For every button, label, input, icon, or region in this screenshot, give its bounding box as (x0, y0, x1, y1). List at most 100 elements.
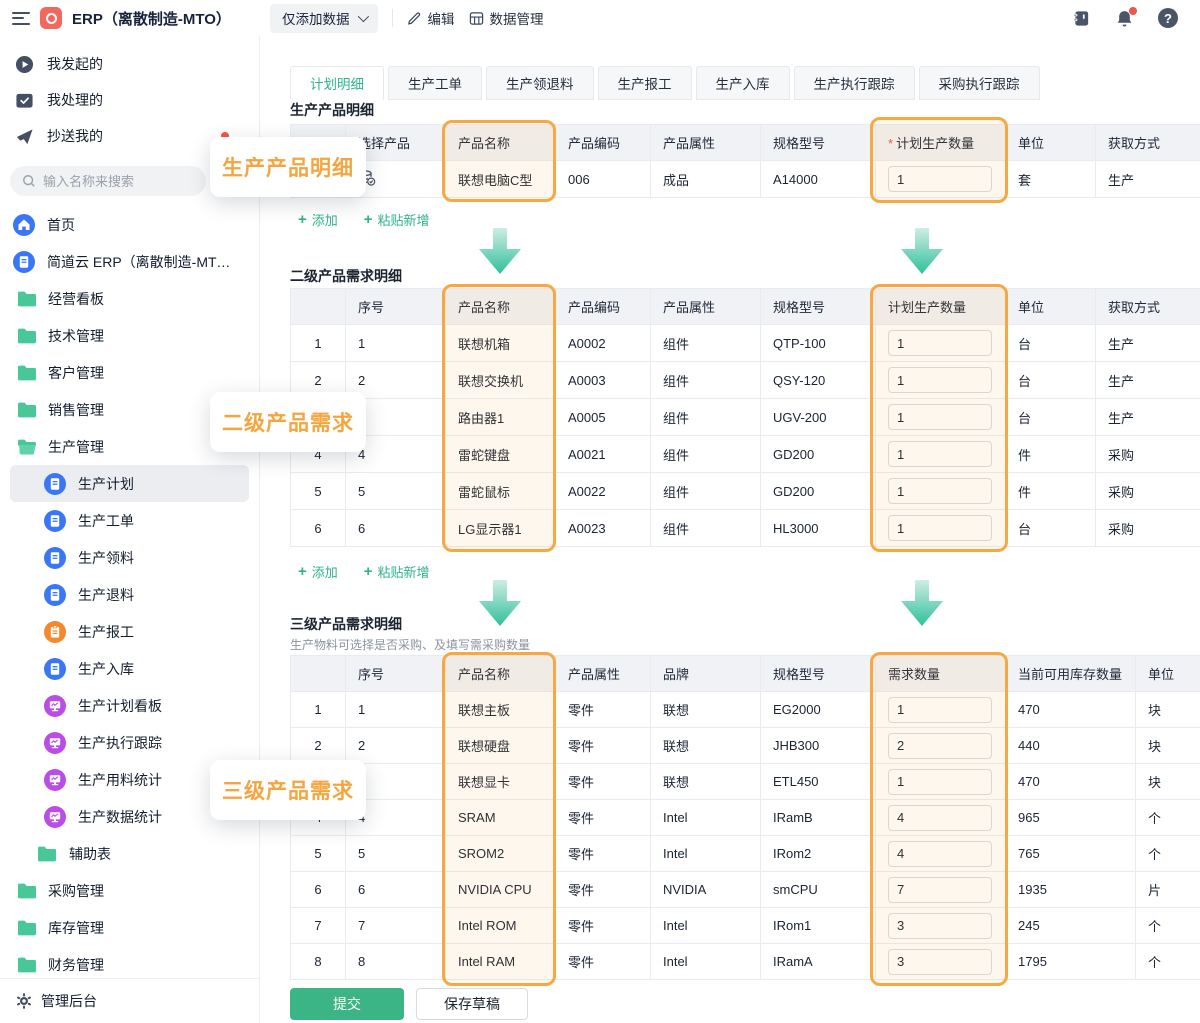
folder-icon (17, 328, 37, 344)
add-row-button[interactable]: +添加 (298, 562, 338, 581)
submit-button[interactable]: 提交 (290, 988, 404, 1020)
header-seq: 序号 (346, 656, 446, 692)
dashboard-monitor-icon (44, 732, 66, 754)
spec-cell: smCPU (761, 872, 876, 908)
sidebar-item-execution-tracking[interactable]: 生产执行跟踪 (0, 724, 259, 761)
product-code-cell: A0023 (556, 510, 651, 547)
contacts-book-icon[interactable] (1072, 9, 1091, 28)
tab-production-inbound[interactable]: 生产入库 (696, 66, 790, 100)
quantity-input[interactable] (888, 515, 992, 541)
quantity-input[interactable] (888, 769, 992, 795)
table-header-row: 序号 产品名称 产品编码 产品属性 规格型号 计划生产数量 单位 获取方式 (291, 289, 1200, 325)
quantity-input[interactable] (888, 404, 992, 430)
tab-production-pick-return[interactable]: 生产领退料 (486, 66, 594, 100)
spec-cell: HL3000 (761, 510, 876, 547)
seq-cell: 5 (346, 473, 446, 510)
sidebar-item-home[interactable]: 首页 (0, 206, 259, 243)
sidebar-item-label: 生产工单 (78, 511, 134, 531)
sidebar-folder-customer[interactable]: 客户管理 (0, 354, 259, 391)
tab-plan-detail[interactable]: 计划明细 (290, 66, 384, 100)
header-product-code: 产品编码 (556, 289, 651, 325)
sidebar-item-app[interactable]: 简道云 ERP（离散制造-MTO）... (0, 243, 259, 280)
quantity-input[interactable] (888, 949, 992, 975)
quantity-input[interactable] (888, 733, 992, 759)
save-draft-button[interactable]: 保存草稿 (416, 988, 528, 1020)
table-row: 3 3 联想显卡 零件 联想 ETL450 470 块 (291, 764, 1200, 800)
sidebar-item-plan-board[interactable]: 生产计划看板 (0, 687, 259, 724)
sidebar-folder-auxiliary-tables[interactable]: 辅助表 (0, 835, 259, 872)
notification-badge (1129, 7, 1137, 15)
product-attr-cell: 组件 (651, 362, 761, 399)
sidebar-item-production-plan[interactable]: 生产计划 (10, 465, 249, 502)
tab-production-order[interactable]: 生产工单 (388, 66, 482, 100)
tab-bar: 计划明细 生产工单 生产领退料 生产报工 生产入库 生产执行跟踪 采购执行跟踪 (290, 66, 1040, 100)
spec-cell: EG2000 (761, 692, 876, 728)
demand-qty-cell (876, 764, 1006, 800)
sidebar-item-label: 我处理的 (47, 90, 103, 110)
play-circle-icon (15, 55, 34, 74)
edit-button[interactable]: 编辑 (407, 8, 455, 28)
search-input[interactable] (43, 174, 183, 189)
folder-icon (17, 883, 37, 899)
seq-cell: 5 (346, 836, 446, 872)
quantity-input[interactable] (888, 166, 992, 192)
sidebar-item-label: 经营看板 (48, 289, 104, 309)
quantity-input[interactable] (888, 330, 992, 356)
product-name-cell: 联想交换机 (446, 362, 556, 399)
add-row-button[interactable]: +添加 (298, 210, 338, 229)
paste-add-button[interactable]: +粘贴新增 (364, 562, 430, 581)
product-attr-cell: 成品 (651, 161, 761, 198)
quantity-input[interactable] (888, 805, 992, 831)
demand-qty-cell (876, 800, 1006, 836)
notification-bell-icon[interactable] (1115, 9, 1134, 28)
sidebar-folder-inventory[interactable]: 库存管理 (0, 909, 259, 946)
quantity-input[interactable] (888, 697, 992, 723)
level2-table: 序号 产品名称 产品编码 产品属性 规格型号 计划生产数量 单位 获取方式 1 … (290, 288, 1200, 547)
paste-add-button[interactable]: +粘贴新增 (364, 210, 430, 229)
header-blank (291, 289, 346, 325)
tab-production-execution-tracking[interactable]: 生产执行跟踪 (794, 66, 915, 100)
sidebar-item-production-picking[interactable]: 生产领料 (0, 539, 259, 576)
tab-production-report[interactable]: 生产报工 (598, 66, 692, 100)
data-manage-button[interactable]: 数据管理 (469, 8, 544, 28)
quantity-input[interactable] (888, 913, 992, 939)
quantity-input[interactable] (888, 441, 992, 467)
help-icon[interactable]: ? (1158, 8, 1178, 28)
unit-cell: 块 (1136, 692, 1200, 728)
form-actions: 提交 保存草稿 (290, 988, 528, 1020)
sidebar-item-processed[interactable]: 我处理的 (0, 82, 259, 118)
quantity-input[interactable] (888, 877, 992, 903)
plan-qty-cell (876, 362, 1006, 399)
sidebar-item-admin[interactable]: 管理后台 (0, 978, 259, 1023)
table-row: 联想电脑C型 006 成品 A14000 套 生产 (291, 161, 1200, 198)
quantity-input[interactable] (888, 478, 992, 504)
unit-cell: 台 (1006, 325, 1096, 362)
folder-icon (37, 846, 57, 862)
tab-purchase-execution-tracking[interactable]: 采购执行跟踪 (919, 66, 1040, 100)
folder-open-icon (17, 439, 37, 455)
header-plan-qty: *计划生产数量 (876, 125, 1006, 161)
product-name-cell: Intel ROM (446, 908, 556, 944)
quantity-input[interactable] (888, 367, 992, 393)
product-name-cell: LG显示器1 (446, 510, 556, 547)
sidebar-item-production-report[interactable]: 生产报工 (0, 613, 259, 650)
header-spec: 规格型号 (761, 656, 876, 692)
sidebar-folder-tech[interactable]: 技术管理 (0, 317, 259, 354)
doc-icon (44, 658, 66, 680)
sidebar-item-production-inbound[interactable]: 生产入库 (0, 650, 259, 687)
sidebar-item-initiated[interactable]: 我发起的 (0, 46, 259, 82)
product-code-cell: A0022 (556, 473, 651, 510)
product-attr-cell: 组件 (651, 510, 761, 547)
sidebar-item-production-return[interactable]: 生产退料 (0, 576, 259, 613)
quantity-input[interactable] (888, 841, 992, 867)
method-cell: 采购 (1096, 473, 1200, 510)
table-header-row: 选择产品 产品名称 产品编码 产品属性 规格型号 *计划生产数量 单位 获取方式 (291, 125, 1200, 161)
sidebar-folder-business-board[interactable]: 经营看板 (0, 280, 259, 317)
folder-icon (17, 365, 37, 381)
sidebar-item-production-order[interactable]: 生产工单 (0, 502, 259, 539)
menu-toggle-icon[interactable] (12, 12, 30, 25)
data-mode-dropdown[interactable]: 仅添加数据 (270, 4, 378, 33)
sidebar-folder-purchase[interactable]: 采购管理 (0, 872, 259, 909)
flow-arrow-down-icon (472, 580, 528, 626)
table-row: 5 5 SROM2 零件 Intel IRom2 765 个 (291, 836, 1200, 872)
